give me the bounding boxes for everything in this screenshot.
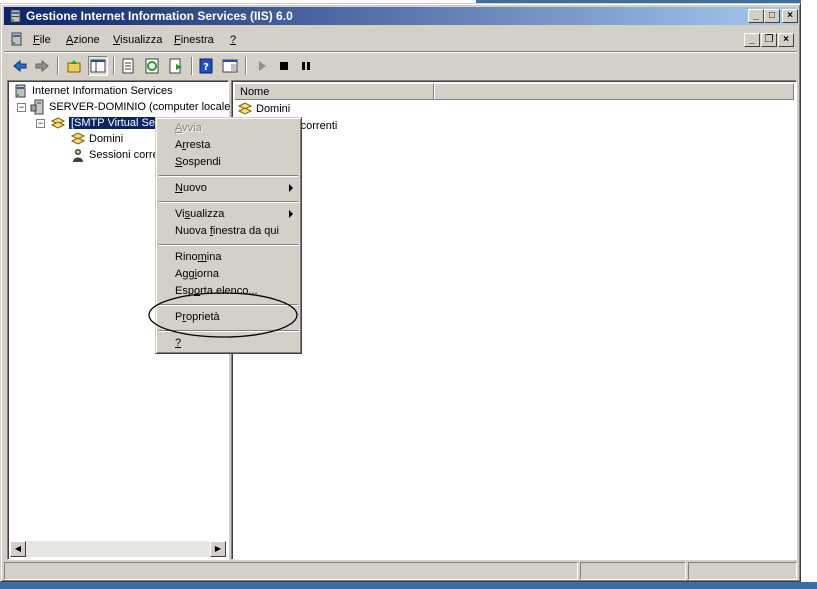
toolbar: ? bbox=[4, 54, 797, 78]
forward-arrow-icon[interactable] bbox=[32, 56, 52, 76]
menu-azione[interactable]: Azione bbox=[66, 34, 100, 46]
smtp-server-icon bbox=[50, 115, 66, 131]
play-icon[interactable] bbox=[252, 56, 272, 76]
menu-item-rinomina[interactable]: Rinomina bbox=[175, 249, 221, 266]
menu-help[interactable]: ? bbox=[230, 34, 236, 46]
menu-separator bbox=[159, 330, 298, 332]
maximize-button[interactable]: □ bbox=[764, 9, 780, 23]
details-list-pane[interactable]: Nome Domini Sessioni correnti bbox=[231, 80, 797, 560]
menu-item-arresta[interactable]: Arresta bbox=[175, 137, 210, 154]
title-bar[interactable]: Gestione Internet Information Services (… bbox=[4, 7, 798, 25]
domains-icon bbox=[237, 101, 253, 117]
desktop-taskbar-edge bbox=[0, 582, 817, 589]
export-list-icon[interactable] bbox=[166, 56, 186, 76]
server-icon bbox=[30, 99, 46, 115]
status-cell-main bbox=[4, 562, 578, 580]
iis-manager-window: Gestione Internet Information Services (… bbox=[0, 3, 801, 582]
menu-finestra[interactable]: Finestra bbox=[174, 34, 214, 46]
tree-label: Internet Information Services bbox=[32, 85, 173, 97]
list-item-domains[interactable]: Domini bbox=[237, 101, 290, 117]
minimize-button[interactable]: _ bbox=[748, 9, 764, 23]
menu-bar: File Azione Visualizza Finestra ? _ ❐ × bbox=[4, 29, 797, 51]
menu-separator bbox=[159, 304, 298, 306]
close-button[interactable]: × bbox=[782, 9, 798, 23]
iis-app-icon bbox=[8, 8, 24, 24]
tree-item-server[interactable]: SERVER-DOMINIO (computer locale) bbox=[30, 99, 234, 115]
tree-label: Domini bbox=[89, 133, 124, 145]
menu-toolbar-divider bbox=[4, 51, 797, 53]
menu-separator bbox=[159, 175, 298, 177]
mdi-close-button[interactable]: × bbox=[778, 33, 794, 47]
mdi-minimize-button[interactable]: _ bbox=[744, 33, 760, 47]
list-item-label: Domini bbox=[256, 103, 291, 115]
collapse-smtp-toggle[interactable]: − bbox=[36, 119, 45, 128]
menu-item-help[interactable]: ? bbox=[175, 335, 181, 352]
submenu-arrow-icon bbox=[289, 184, 293, 192]
status-cell-tertiary bbox=[688, 562, 797, 580]
mdi-restore-button[interactable]: ❐ bbox=[761, 33, 777, 47]
tree-item-domains[interactable]: Domini bbox=[70, 131, 123, 147]
up-folder-icon[interactable] bbox=[64, 56, 84, 76]
properties-icon[interactable] bbox=[118, 56, 138, 76]
menu-item-nuovo[interactable]: Nuovo bbox=[175, 180, 295, 197]
tree-item-iis-root[interactable]: Internet Information Services bbox=[13, 83, 173, 99]
toolbar-separator bbox=[245, 57, 247, 75]
toolbar-separator bbox=[191, 57, 193, 75]
window-title: Gestione Internet Information Services (… bbox=[26, 9, 293, 23]
domains-icon bbox=[70, 131, 86, 147]
menu-item-aggiorna[interactable]: Aggiorna bbox=[175, 266, 219, 283]
svg-text:?: ? bbox=[203, 62, 209, 73]
menu-item-proprieta[interactable]: Proprietà bbox=[175, 309, 220, 326]
console-tree-icon[interactable] bbox=[220, 56, 240, 76]
context-menu: Avvia Arresta Sospendi Nuovo Visualizza … bbox=[155, 117, 302, 354]
tree-label: SERVER-DOMINIO (computer locale) bbox=[49, 101, 235, 113]
menu-item-visualizza[interactable]: Visualizza bbox=[175, 206, 224, 223]
toolbar-separator bbox=[57, 57, 59, 75]
menu-item-sospendi[interactable]: Sospendi bbox=[175, 154, 221, 171]
refresh-icon[interactable] bbox=[142, 56, 162, 76]
desktop-area bbox=[801, 0, 817, 589]
submenu-arrow-icon bbox=[289, 210, 293, 218]
status-cell-secondary bbox=[580, 562, 686, 580]
scroll-left-button[interactable]: ◀ bbox=[10, 541, 26, 557]
show-tree-icon[interactable] bbox=[88, 56, 108, 76]
menu-separator bbox=[159, 244, 298, 246]
scroll-right-button[interactable]: ▶ bbox=[210, 541, 226, 557]
toolbar-separator bbox=[113, 57, 115, 75]
console-menu-icon[interactable] bbox=[9, 31, 25, 47]
iis-root-icon bbox=[13, 83, 29, 99]
status-bar bbox=[4, 562, 797, 580]
menu-item-avvia: Avvia bbox=[175, 122, 202, 134]
menu-item-esporta-elenco[interactable]: Esporta elenco... bbox=[175, 283, 258, 300]
column-header-filler bbox=[434, 83, 794, 100]
collapse-server-toggle[interactable]: − bbox=[17, 103, 26, 112]
back-arrow-icon[interactable] bbox=[10, 56, 30, 76]
menu-item-nuova-finestra[interactable]: Nuova finestra da qui bbox=[175, 223, 279, 240]
menu-separator bbox=[159, 201, 298, 203]
help-icon[interactable]: ? bbox=[196, 56, 216, 76]
column-header-name[interactable]: Nome bbox=[234, 83, 434, 100]
sessions-icon bbox=[70, 147, 86, 163]
stop-icon[interactable] bbox=[274, 56, 294, 76]
menu-visualizza[interactable]: Visualizza bbox=[113, 34, 162, 46]
menu-file[interactable]: File bbox=[33, 34, 51, 46]
tree-horizontal-scrollbar[interactable]: ◀ ▶ bbox=[10, 541, 226, 557]
pause-icon[interactable] bbox=[296, 56, 316, 76]
